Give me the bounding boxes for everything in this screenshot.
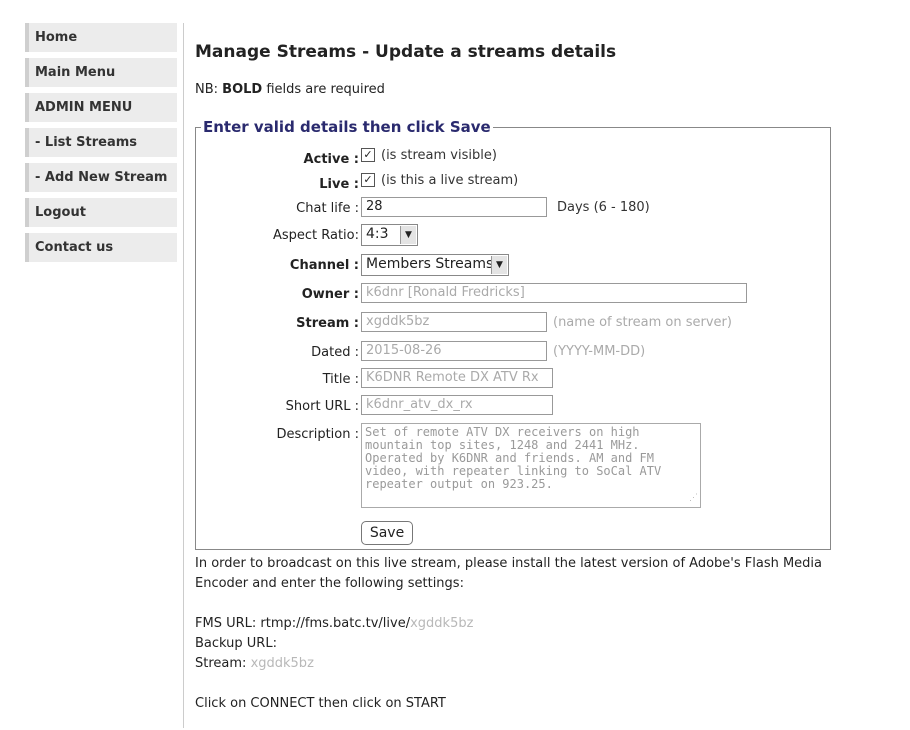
chevron-down-icon: ▼ xyxy=(491,256,507,274)
backup-url-line: Backup URL: xyxy=(195,636,277,651)
sidebar-item-admin-menu[interactable]: ADMIN MENU xyxy=(25,93,177,122)
sidebar-item-main-menu[interactable]: Main Menu xyxy=(25,58,177,87)
resize-grip-icon[interactable]: ⋰ xyxy=(689,492,698,505)
title-label: Title : xyxy=(322,372,359,387)
description-label: Description : xyxy=(276,427,359,442)
row-channel: Channel : Members Streams ▼ xyxy=(195,254,835,278)
active-checkbox[interactable]: ✓ xyxy=(361,147,375,162)
stream-name-value: xgddk5bz xyxy=(250,656,314,671)
connect-instruction: Click on CONNECT then click on START xyxy=(195,696,446,711)
stream-name-label: Stream: xyxy=(195,656,251,671)
channel-value: Members Streams xyxy=(366,256,494,272)
stream-name-line: Stream: xgddk5bz xyxy=(195,656,314,671)
fms-url-stream: xgddk5bz xyxy=(410,616,474,631)
aspect-ratio-select[interactable]: 4:3 ▼ xyxy=(361,224,418,246)
row-active: Active : ✓ (is stream visible) xyxy=(195,147,835,172)
owner-label: Owner : xyxy=(301,287,359,302)
row-live: Live : ✓ (is this a live stream) xyxy=(195,172,835,197)
row-description: Description : Set of remote ATV DX recei… xyxy=(195,423,835,513)
channel-select[interactable]: Members Streams ▼ xyxy=(361,254,509,276)
sidebar-item-home[interactable]: Home xyxy=(25,23,177,52)
chat-life-hint: Days (6 - 180) xyxy=(557,199,650,215)
dated-hint: (YYYY-MM-DD) xyxy=(553,343,646,359)
form-legend: Enter valid details then click Save xyxy=(203,118,491,136)
fms-url-label: FMS URL: rtmp://fms.batc.tv/live/ xyxy=(195,616,411,631)
stream-input[interactable]: xgddk5bz xyxy=(361,312,547,332)
row-owner: Owner : k6dnr [Ronald Fredricks] xyxy=(195,283,835,307)
live-checkbox[interactable]: ✓ xyxy=(361,172,375,187)
sidebar-item-list-streams[interactable]: - List Streams xyxy=(25,128,177,157)
stream-hint: (name of stream on server) xyxy=(553,314,732,330)
row-stream: Stream : xgddk5bz (name of stream on serv… xyxy=(195,312,835,336)
row-title: Title : K6DNR Remote DX ATV Rx xyxy=(195,368,835,392)
note-suffix: fields are required xyxy=(262,82,385,97)
short-url-input[interactable]: k6dnr_atv_dx_rx xyxy=(361,395,553,415)
active-hint: (is stream visible) xyxy=(381,148,497,163)
row-dated: Dated : 2015-08-26 (YYYY-MM-DD) xyxy=(195,341,835,365)
row-aspect-ratio: Aspect Ratio: 4:3 ▼ xyxy=(195,224,835,248)
row-short-url: Short URL : k6dnr_atv_dx_rx xyxy=(195,395,835,419)
page-title: Manage Streams - Update a streams detail… xyxy=(195,42,617,62)
active-label: Active : xyxy=(303,152,359,167)
chevron-down-icon: ▼ xyxy=(400,226,416,244)
sidebar-item-logout[interactable]: Logout xyxy=(25,198,177,227)
live-label: Live : xyxy=(319,177,359,192)
note-prefix: NB: xyxy=(195,82,223,97)
owner-input[interactable]: k6dnr [Ronald Fredricks] xyxy=(361,283,747,303)
sidebar: Home Main Menu ADMIN MENU - List Streams… xyxy=(25,23,177,268)
channel-label: Channel : xyxy=(289,258,359,273)
aspect-ratio-label: Aspect Ratio: xyxy=(272,228,359,243)
note-bold: BOLD xyxy=(222,82,263,97)
description-text: Set of remote ATV DX receivers on high m… xyxy=(365,425,669,491)
dated-input[interactable]: 2015-08-26 xyxy=(361,341,547,361)
flash-info-line2: Encoder and enter the following settings… xyxy=(195,576,464,591)
chat-life-input[interactable]: 28 xyxy=(361,197,547,217)
chat-life-label: Chat life : xyxy=(296,201,359,216)
description-textarea[interactable]: Set of remote ATV DX receivers on high m… xyxy=(361,423,701,508)
required-note: NB: BOLD fields are required xyxy=(195,82,385,97)
dated-label: Dated : xyxy=(311,345,359,360)
sidebar-item-contact-us[interactable]: Contact us xyxy=(25,233,177,262)
sidebar-divider xyxy=(183,23,184,728)
row-chat-life: Chat life : 28 Days (6 - 180) xyxy=(195,197,835,221)
stream-label: Stream : xyxy=(296,316,359,331)
title-input[interactable]: K6DNR Remote DX ATV Rx xyxy=(361,368,553,388)
sidebar-item-add-new-stream[interactable]: - Add New Stream xyxy=(25,163,177,192)
live-hint: (is this a live stream) xyxy=(381,173,519,188)
fms-url-line: FMS URL: rtmp://fms.batc.tv/live/xgddk5b… xyxy=(195,616,473,631)
flash-info-line1: In order to broadcast on this live strea… xyxy=(195,556,823,571)
short-url-label: Short URL : xyxy=(285,399,359,414)
save-button[interactable]: Save xyxy=(361,521,413,545)
aspect-ratio-value: 4:3 xyxy=(366,226,389,242)
